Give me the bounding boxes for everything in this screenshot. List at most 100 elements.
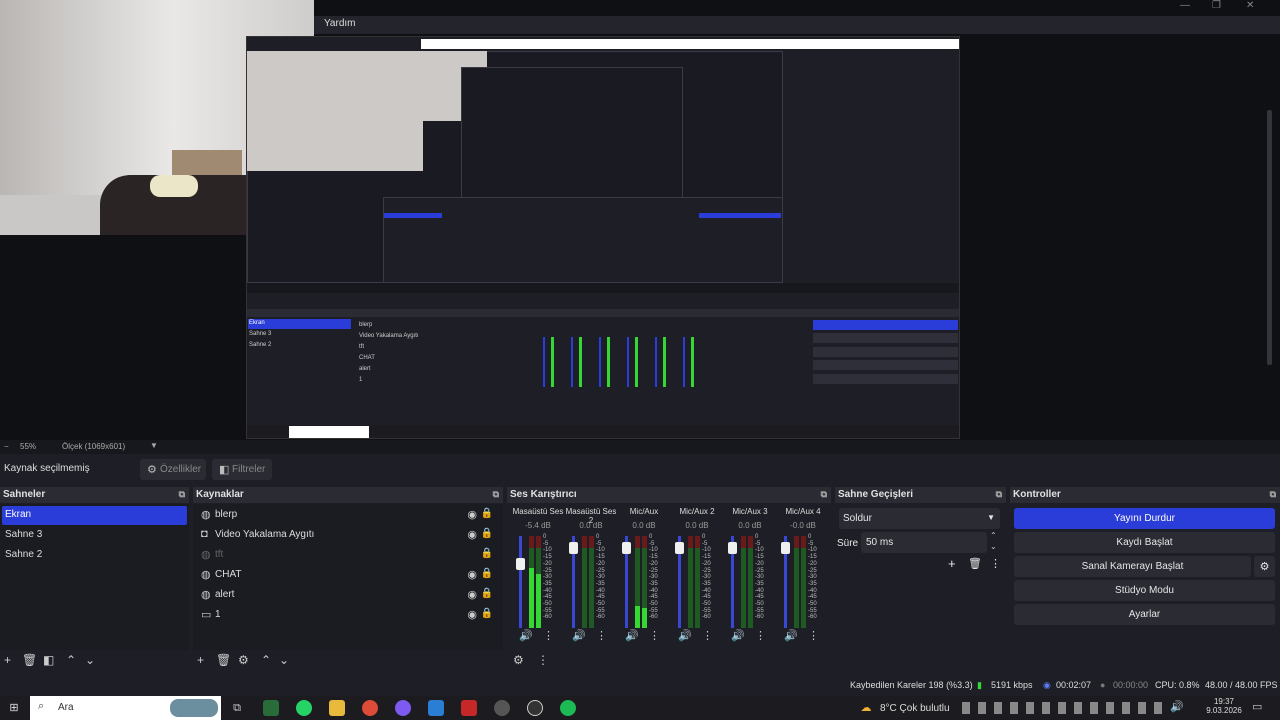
eye-icon[interactable]: ◉ <box>467 568 477 581</box>
undock-icon[interactable]: ⧉ <box>493 489 499 500</box>
minimize-icon[interactable]: — <box>1180 0 1190 11</box>
slider-handle[interactable] <box>675 542 684 555</box>
duration-field[interactable]: 50 ms <box>861 532 987 553</box>
gear-icon[interactable]: ⚙ <box>1254 556 1275 577</box>
maximize-icon[interactable]: ❐ <box>1212 0 1221 11</box>
filters-button[interactable]: ◧ Filtreler <box>212 459 272 480</box>
more-icon[interactable]: ⋮ <box>990 557 1001 570</box>
more-icon[interactable]: ⋮ <box>755 629 766 642</box>
lock-icon[interactable]: 🔒 <box>481 568 493 579</box>
eye-icon[interactable]: ◉ <box>467 528 477 541</box>
scale-label[interactable]: Ölçek (1069x601) <box>62 442 125 451</box>
slider-handle[interactable] <box>569 542 578 555</box>
clock[interactable]: 19:37 9.03.2026 <box>1206 697 1242 715</box>
lock-icon[interactable]: 🔒 <box>481 608 493 619</box>
add-icon[interactable]: + <box>948 556 956 571</box>
eye-icon[interactable]: ◉ <box>467 508 477 521</box>
link-gear-icon[interactable]: ⚙ <box>513 653 524 667</box>
lock-icon[interactable]: 🔒 <box>481 528 493 539</box>
studio-mode-button[interactable]: Stüdyo Modu <box>1014 580 1275 601</box>
slider-handle[interactable] <box>622 542 631 555</box>
eye-icon[interactable]: ◉ <box>467 608 477 621</box>
decrement-icon[interactable]: ⌄ <box>990 542 997 551</box>
whatsapp-icon[interactable] <box>296 700 312 716</box>
taskbar-search[interactable]: ⌕ Ara <box>30 696 221 720</box>
add-icon[interactable]: + <box>197 653 204 667</box>
chrome-icon[interactable] <box>362 700 378 716</box>
source-item[interactable]: ◍ blerp ◉ 🔒 <box>199 506 497 525</box>
close-icon[interactable]: ✕ <box>1246 0 1254 11</box>
vertical-scrollbar[interactable] <box>1267 110 1272 365</box>
scene-item[interactable]: Sahne 2 <box>2 546 187 565</box>
source-item[interactable]: ◘ Video Yakalama Aygıtı ◉ 🔒 <box>199 526 497 545</box>
stop-streaming-button[interactable]: Yayını Durdur <box>1014 508 1275 529</box>
transition-select[interactable]: Soldur ▼ <box>839 508 1000 529</box>
trash-icon[interactable]: 🗑 <box>968 557 982 570</box>
app-icon[interactable] <box>461 700 477 716</box>
filter-icon[interactable]: ◧ <box>43 653 54 667</box>
undock-icon[interactable]: ⧉ <box>996 489 1002 500</box>
app-icon[interactable] <box>428 700 444 716</box>
weather-text[interactable]: 8°C Çok bulutlu <box>880 703 950 714</box>
more-icon[interactable]: ⋮ <box>808 629 819 642</box>
more-icon[interactable]: ⋮ <box>649 629 660 642</box>
speaker-icon[interactable]: 🔊 <box>625 629 639 642</box>
gear-icon[interactable]: ⚙ <box>238 653 249 667</box>
trash-icon[interactable]: 🗑 <box>216 653 231 667</box>
more-icon[interactable]: ⋮ <box>702 629 713 642</box>
eye-icon[interactable]: ◉ <box>467 588 477 601</box>
spotify-icon[interactable] <box>560 700 576 716</box>
notification-icon[interactable]: ▭ <box>1252 700 1262 713</box>
source-item[interactable]: ▭ 1 ◉ 🔒 <box>199 606 497 625</box>
undock-icon[interactable]: ⧉ <box>179 489 185 500</box>
source-item[interactable]: ◍ tft 🔒 <box>199 546 497 565</box>
speaker-icon[interactable]: 🔊 <box>731 629 745 642</box>
mixer-channel: Masaüstü Ses -5.4 dB 0 -5 -10 -15 -20 -25 -30-… <box>511 504 565 644</box>
zoom-out-icon[interactable]: − <box>4 442 9 451</box>
source-label: blerp <box>215 509 238 520</box>
add-icon[interactable]: + <box>4 653 11 667</box>
settings-button[interactable]: Ayarlar <box>1014 604 1275 625</box>
scene-item[interactable]: Ekran <box>2 506 187 525</box>
speaker-icon[interactable]: 🔊 <box>784 629 798 642</box>
properties-button[interactable]: ⚙ Özellikler <box>140 459 206 480</box>
source-item[interactable]: ◍ alert ◉ 🔒 <box>199 586 497 605</box>
folder-icon[interactable] <box>329 700 345 716</box>
trash-icon[interactable]: 🗑 <box>22 653 37 667</box>
preview-canvas[interactable]: Yardım — ❐ ✕ Ekran Sahne 3 Sahne 2 blerp… <box>0 0 1280 440</box>
move-down-icon[interactable]: ⌄ <box>85 653 95 667</box>
lock-icon[interactable]: 🔒 <box>481 508 493 519</box>
speaker-icon[interactable]: 🔊 <box>1170 700 1184 713</box>
scene-item[interactable]: Sahne 3 <box>2 526 187 545</box>
move-up-icon[interactable]: ⌃ <box>261 653 271 667</box>
more-icon[interactable]: ⋮ <box>537 653 549 667</box>
speaker-icon[interactable]: 🔊 <box>572 629 586 642</box>
source-item[interactable]: ◍ CHAT ◉ 🔒 <box>199 566 497 585</box>
discord-icon[interactable] <box>395 700 411 716</box>
speaker-icon[interactable]: 🔊 <box>678 629 692 642</box>
increment-icon[interactable]: ⌃ <box>990 531 997 540</box>
task-view-icon[interactable]: ⧉ <box>229 700 245 716</box>
slider-handle[interactable] <box>516 558 525 571</box>
window-controls[interactable]: — ❐ ✕ <box>1180 0 1280 14</box>
start-recording-button[interactable]: Kaydı Başlat <box>1014 532 1275 553</box>
slider-handle[interactable] <box>728 542 737 555</box>
volume-slider[interactable] <box>519 536 522 628</box>
move-up-icon[interactable]: ⌃ <box>66 653 76 667</box>
move-down-icon[interactable]: ⌄ <box>279 653 289 667</box>
lock-icon[interactable]: 🔒 <box>481 588 493 599</box>
more-icon[interactable]: ⋮ <box>596 629 607 642</box>
slider-handle[interactable] <box>781 542 790 555</box>
more-icon[interactable]: ⋮ <box>543 629 554 642</box>
lock-icon[interactable]: 🔒 <box>481 548 493 559</box>
undock-icon[interactable]: ⧉ <box>1270 489 1276 500</box>
obs-icon[interactable] <box>527 700 543 716</box>
taskbar: ⊞ ⌕ Ara ⧉ ☁ 8°C Çok bulutlu 🔊 19:37 9.03.2… <box>0 696 1280 720</box>
speaker-icon[interactable]: 🔊 <box>519 629 533 642</box>
windows-start-icon[interactable]: ⊞ <box>6 700 22 716</box>
start-virtual-camera-button[interactable]: Sanal Kamerayı Başlat <box>1014 556 1251 577</box>
chrome-icon[interactable] <box>494 700 510 716</box>
chevron-down-icon[interactable]: ▼ <box>150 441 158 450</box>
tray-icons[interactable] <box>962 702 1162 714</box>
app-icon[interactable] <box>263 700 279 716</box>
